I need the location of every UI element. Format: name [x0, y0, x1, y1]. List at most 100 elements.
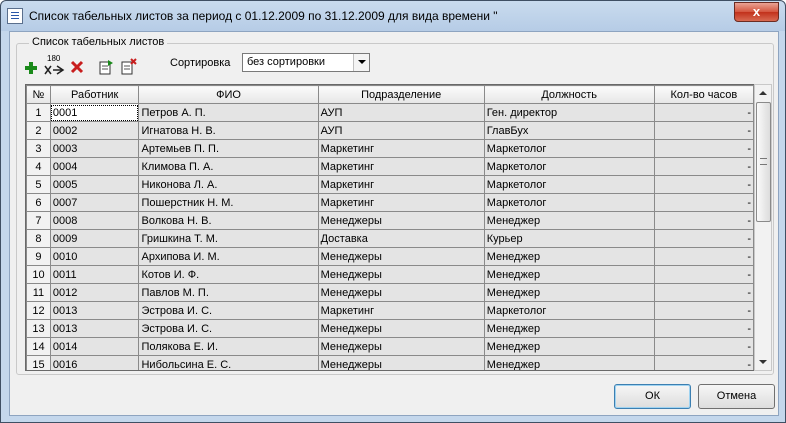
cell-worker[interactable]: 0004: [49, 157, 140, 176]
cell-position[interactable]: Менеджер: [483, 337, 655, 356]
cell-hours[interactable]: -: [653, 337, 754, 356]
cell-hours[interactable]: -: [653, 139, 754, 158]
table-row[interactable]: 7 0008 Волкова Н. В. Менеджеры Менеджер -: [26, 211, 754, 230]
plus-icon[interactable]: [23, 60, 41, 78]
cell-dept[interactable]: Менеджеры: [317, 247, 485, 266]
cell-hours[interactable]: -: [653, 175, 754, 194]
header-num[interactable]: №: [26, 85, 51, 104]
cell-hours[interactable]: -: [653, 301, 754, 320]
cell-hours[interactable]: -: [653, 355, 754, 370]
cell-fio[interactable]: Волкова Н. В.: [138, 211, 319, 230]
cell-hours[interactable]: -: [653, 247, 754, 266]
header-hours[interactable]: Кол-во часов: [653, 85, 754, 104]
cell-num[interactable]: 10: [26, 265, 51, 284]
cell-worker[interactable]: 0016: [49, 355, 140, 370]
red-x-icon[interactable]: [69, 59, 87, 77]
cell-num[interactable]: 1: [26, 103, 51, 122]
table-row[interactable]: 1 0001 Петров А. П. АУП Ген. директор -: [26, 103, 754, 122]
cell-hours[interactable]: -: [653, 319, 754, 338]
cell-dept[interactable]: Менеджеры: [317, 211, 485, 230]
cell-hours[interactable]: -: [653, 121, 754, 140]
cell-fio[interactable]: Нибольсина Е. С.: [138, 355, 319, 370]
cell-num[interactable]: 6: [26, 193, 51, 212]
cell-position[interactable]: Менеджер: [483, 283, 655, 302]
cell-position[interactable]: Менеджер: [483, 211, 655, 230]
cell-num[interactable]: 11: [26, 283, 51, 302]
scroll-down-icon[interactable]: [755, 354, 771, 370]
table-row[interactable]: 9 0010 Архипова И. М. Менеджеры Менеджер -: [26, 247, 754, 266]
cell-fio[interactable]: Эстрова И. С.: [138, 301, 319, 320]
table-row[interactable]: 13 0013 Эстрова И. С. Менеджеры Менеджер -: [26, 319, 754, 338]
cell-num[interactable]: 14: [26, 337, 51, 356]
cell-num[interactable]: 3: [26, 139, 51, 158]
cell-worker[interactable]: 0005: [49, 175, 140, 194]
cell-dept[interactable]: Маркетинг: [317, 139, 485, 158]
cell-dept[interactable]: Маркетинг: [317, 301, 485, 320]
cell-fio[interactable]: Котов И. Ф.: [138, 265, 319, 284]
table-row[interactable]: 4 0004 Климова П. А. Маркетинг Маркетолог -: [26, 157, 754, 176]
cell-position[interactable]: ГлавБух: [483, 121, 655, 140]
table-row[interactable]: 3 0003 Артемьев П. П. Маркетинг Маркетолог -: [26, 139, 754, 158]
chevron-down-icon[interactable]: [353, 54, 369, 71]
cell-fio[interactable]: Пошерстник Н. М.: [138, 193, 319, 212]
cell-worker[interactable]: 0008: [49, 211, 140, 230]
cell-fio[interactable]: Архипова И. М.: [138, 247, 319, 266]
cell-position[interactable]: Маркетолог: [483, 157, 655, 176]
title-bar[interactable]: Список табельных листов за период с 01.1…: [1, 1, 785, 31]
cell-position[interactable]: Ген. директор: [483, 103, 655, 122]
cancel-button[interactable]: Отмена: [698, 384, 775, 409]
cell-worker[interactable]: 0014: [49, 337, 140, 356]
cell-dept[interactable]: АУП: [317, 103, 485, 122]
cell-position[interactable]: Маркетолог: [483, 175, 655, 194]
cell-dept[interactable]: Маркетинг: [317, 157, 485, 176]
cell-fio[interactable]: Климова П. А.: [138, 157, 319, 176]
cell-worker[interactable]: 0011: [49, 265, 140, 284]
cell-hours[interactable]: -: [653, 283, 754, 302]
scroll-thumb[interactable]: [756, 102, 771, 222]
header-dept[interactable]: Подразделение: [317, 85, 485, 104]
cell-position[interactable]: Курьер: [483, 229, 655, 248]
cell-worker[interactable]: 0012: [49, 283, 140, 302]
cell-hours[interactable]: -: [653, 265, 754, 284]
cell-hours[interactable]: -: [653, 193, 754, 212]
table-row[interactable]: 10 0011 Котов И. Ф. Менеджеры Менеджер -: [26, 265, 754, 284]
cell-num[interactable]: 4: [26, 157, 51, 176]
table-row[interactable]: 14 0014 Полякова Е. И. Менеджеры Менеджер -: [26, 337, 754, 356]
cell-worker[interactable]: 0003: [49, 139, 140, 158]
cell-fio[interactable]: Полякова Е. И.: [138, 337, 319, 356]
cell-fio[interactable]: Эстрова И. С.: [138, 319, 319, 338]
header-worker[interactable]: Работник: [49, 85, 140, 104]
cell-position[interactable]: Маркетолог: [483, 139, 655, 158]
table-row[interactable]: 8 0009 Гришкина Т. М. Доставка Курьер -: [26, 229, 754, 248]
cell-hours[interactable]: -: [653, 157, 754, 176]
cell-position[interactable]: Менеджер: [483, 355, 655, 370]
cell-hours[interactable]: -: [653, 229, 754, 248]
cell-fio[interactable]: Гришкина Т. М.: [138, 229, 319, 248]
cell-fio[interactable]: Артемьев П. П.: [138, 139, 319, 158]
cell-dept[interactable]: Маркетинг: [317, 175, 485, 194]
cell-num[interactable]: 2: [26, 121, 51, 140]
table-row[interactable]: 15 0016 Нибольсина Е. С. Менеджеры Менеджер -: [26, 355, 754, 370]
cell-fio[interactable]: Игнатова Н. В.: [138, 121, 319, 140]
cell-num[interactable]: 12: [26, 301, 51, 320]
document-x-icon[interactable]: [119, 58, 137, 76]
timesheet-table[interactable]: № Работник ФИО Подразделение Должность К…: [25, 84, 755, 371]
cell-num[interactable]: 7: [26, 211, 51, 230]
header-fio[interactable]: ФИО: [138, 85, 319, 104]
cell-dept[interactable]: Менеджеры: [317, 265, 485, 284]
cell-dept[interactable]: Менеджеры: [317, 337, 485, 356]
close-button[interactable]: x: [734, 2, 779, 22]
header-position[interactable]: Должность: [483, 85, 655, 104]
cell-num[interactable]: 13: [26, 319, 51, 338]
cell-dept[interactable]: Доставка: [317, 229, 485, 248]
cell-num[interactable]: 9: [26, 247, 51, 266]
cell-position[interactable]: Маркетолог: [483, 301, 655, 320]
cell-position[interactable]: Маркетолог: [483, 193, 655, 212]
cell-worker[interactable]: 0013: [49, 319, 140, 338]
cell-position[interactable]: Менеджер: [483, 247, 655, 266]
table-row[interactable]: 11 0012 Павлов М. П. Менеджеры Менеджер -: [26, 283, 754, 302]
cell-worker[interactable]: 0007: [49, 193, 140, 212]
cell-dept[interactable]: Менеджеры: [317, 283, 485, 302]
cell-num[interactable]: 8: [26, 229, 51, 248]
cell-worker[interactable]: 0013: [49, 301, 140, 320]
